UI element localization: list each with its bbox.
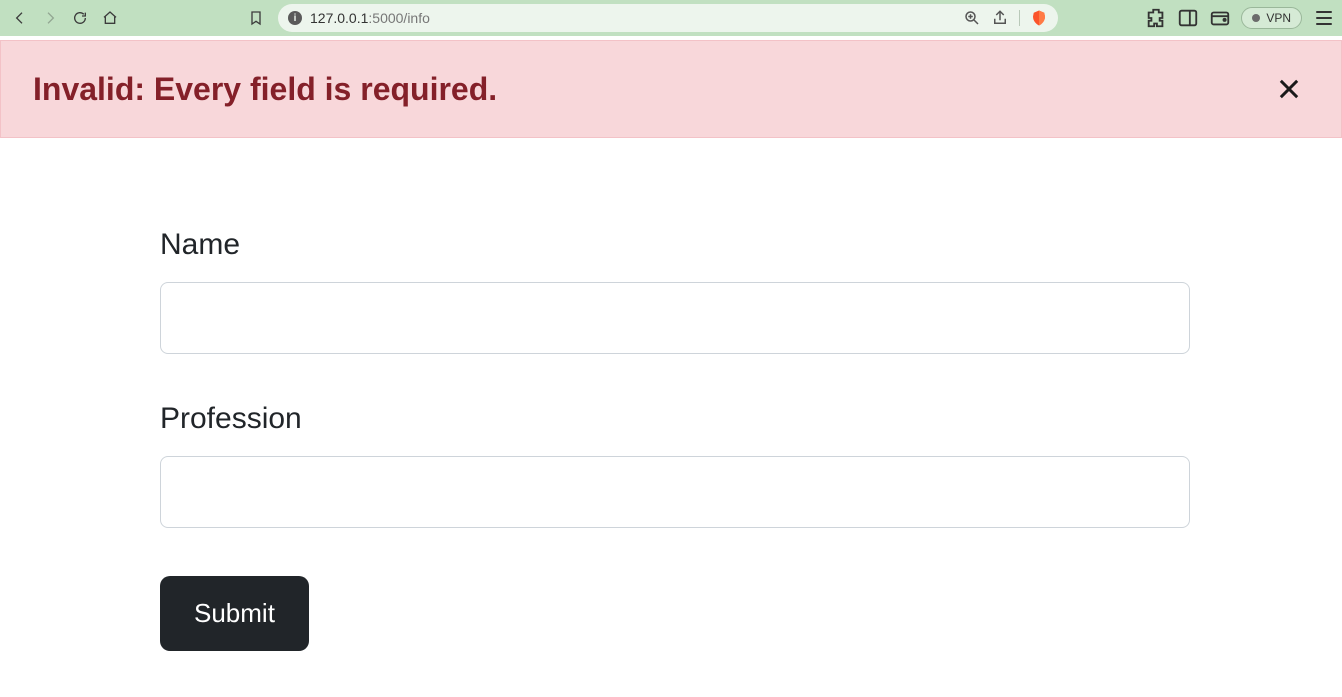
back-button[interactable] [8, 6, 32, 30]
menu-button[interactable] [1316, 11, 1332, 25]
profession-input[interactable] [160, 456, 1190, 528]
url-host: 127.0.0.1 [310, 10, 368, 26]
address-bar[interactable]: i 127.0.0.1:5000/info [278, 4, 1058, 32]
url-text: 127.0.0.1:5000/info [310, 10, 430, 26]
alert-close-button[interactable] [1269, 69, 1309, 109]
site-info-icon[interactable]: i [288, 11, 302, 25]
url-path: :5000/info [368, 10, 430, 26]
profession-label: Profession [160, 402, 1200, 436]
brave-shield-icon[interactable] [1030, 9, 1048, 27]
error-alert: Invalid: Every field is required. [0, 40, 1342, 138]
wallet-icon[interactable] [1209, 7, 1231, 29]
sidepanel-icon[interactable] [1177, 7, 1199, 29]
vpn-status-dot [1252, 14, 1260, 22]
browser-toolbar: i 127.0.0.1:5000/info [0, 0, 1342, 36]
extensions-icon[interactable] [1145, 7, 1167, 29]
home-button[interactable] [98, 6, 122, 30]
forward-button[interactable] [38, 6, 62, 30]
bookmark-button[interactable] [244, 6, 268, 30]
vpn-button[interactable]: VPN [1241, 7, 1302, 29]
name-label: Name [160, 228, 1200, 262]
vpn-label: VPN [1266, 11, 1291, 25]
alert-message: Invalid: Every field is required. [33, 71, 497, 108]
submit-button[interactable]: Submit [160, 576, 309, 651]
divider [1019, 10, 1020, 26]
form: Name Profession Submit [0, 138, 1200, 651]
name-input[interactable] [160, 282, 1190, 354]
reload-button[interactable] [68, 6, 92, 30]
zoom-icon[interactable] [963, 9, 981, 27]
share-icon[interactable] [991, 9, 1009, 27]
